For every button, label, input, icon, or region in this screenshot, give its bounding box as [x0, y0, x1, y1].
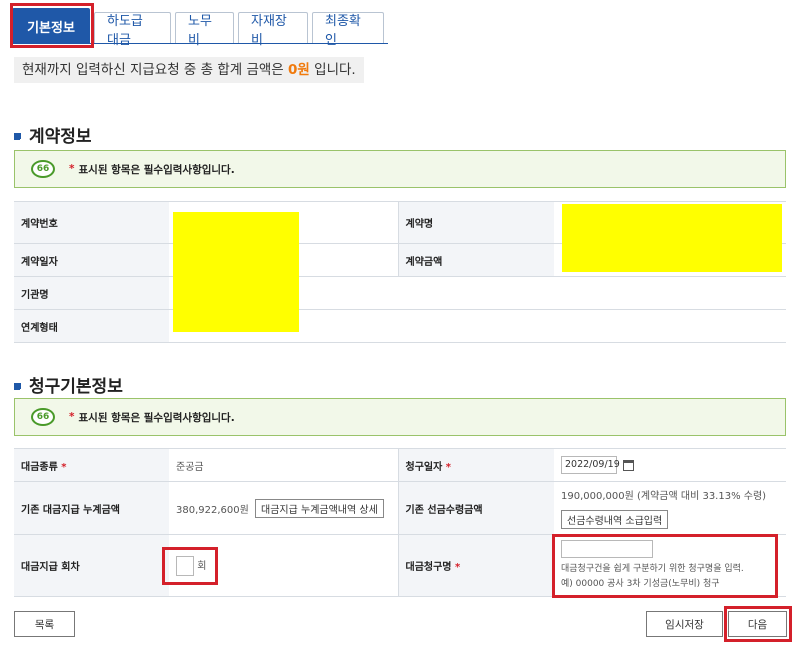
square-bullet-icon [14, 133, 23, 142]
table-row: 대금종류 * 준공금 청구일자 * 2022/09/19 [14, 448, 786, 482]
cell-advance: 190,000,000원 (계약금액 대비 33.13% 수령) 선금수령내역 … [554, 481, 786, 535]
claim-name-input[interactable] [561, 539, 653, 558]
table-row: 기존 대금지급 누계금액 380,922,600원 대금지급 누계금액내역 상세… [14, 481, 786, 535]
label-round: 대금지급 회차 [14, 534, 169, 597]
claim-required-notice: 66 * 표시된 항목은 필수입력사항입니다. [14, 398, 786, 436]
square-bullet-icon [14, 383, 23, 392]
contract-section-title: 계약정보 [14, 122, 92, 147]
redaction-block-right [562, 204, 782, 272]
total-summary: 현재까지 입력하신 지급요청 중 총 합계 금액은 0원 입니다. [14, 57, 364, 83]
quote-bubble-icon: 66 [31, 408, 55, 426]
tab-final-confirm[interactable]: 최종확인 [312, 12, 384, 48]
required-star-icon: * [69, 163, 75, 175]
claim-title-text: 청구기본정보 [29, 377, 123, 397]
label-cumulative: 기존 대금지급 누계금액 [14, 481, 169, 535]
label-advance: 기존 선금수령금액 [397, 481, 554, 535]
next-button[interactable]: 다음 [728, 611, 787, 637]
summary-suffix: 입니다. [309, 62, 356, 78]
value-price-type: 준공금 [169, 448, 398, 482]
summary-amount: 0원 [288, 62, 310, 78]
round-unit: 회 [197, 560, 207, 572]
contract-title-text: 계약정보 [29, 127, 92, 147]
claim-section-title: 청구기본정보 [14, 372, 123, 397]
table-row: 기관명 [14, 276, 786, 310]
claim-notice-text: 표시된 항목은 필수입력사항입니다. [78, 411, 235, 424]
tabs-underline [12, 43, 388, 44]
table-row: 연계형태 [14, 309, 786, 343]
tab-materials-equipment[interactable]: 자재장비 [238, 12, 308, 48]
redaction-block-left [173, 212, 299, 332]
cumulative-value: 380,922,600원 [176, 504, 249, 516]
label-link-type: 연계형태 [14, 309, 169, 343]
cell-cumulative: 380,922,600원 대금지급 누계금액내역 상세 [169, 481, 398, 535]
temp-save-button[interactable]: 임시저장 [646, 611, 723, 637]
contract-required-notice: 66 * 표시된 항목은 필수입력사항입니다. [14, 150, 786, 188]
claim-date-input[interactable]: 2022/09/19 [561, 456, 620, 474]
label-agency: 기관명 [14, 276, 169, 310]
claim-name-help-1: 대금청구건을 쉽게 구분하기 위한 청구명을 입력. [561, 563, 744, 574]
claim-info-table: 대금종류 * 준공금 청구일자 * 2022/09/19 기존 대금지급 누계금… [14, 448, 786, 597]
step-tabs: 기본정보 하도급 대금 노무비 자재장비 최종확인 [12, 6, 388, 48]
tab-subcontract-payment[interactable]: 하도급 대금 [94, 12, 171, 48]
advance-value: 190,000,000원 (계약금액 대비 33.13% 수령) [561, 491, 767, 502]
label-contract-no: 계약번호 [14, 201, 169, 244]
label-price-type: 대금종류 * [14, 448, 169, 482]
cell-claim-name: 대금청구건을 쉽게 구분하기 위한 청구명을 입력. 예) 00000 공사 3… [554, 534, 786, 597]
label-claim-name: 대금청구명 * [397, 534, 554, 597]
calendar-icon[interactable] [623, 459, 635, 471]
label-claim-date: 청구일자 * [397, 448, 554, 482]
label-contract-name: 계약명 [397, 201, 554, 244]
summary-prefix: 현재까지 입력하신 지급요청 중 총 합계 금액은 [22, 62, 289, 78]
quote-bubble-icon: 66 [31, 160, 55, 178]
cell-round: 회 [169, 534, 398, 597]
table-row: 대금지급 회차 회 대금청구명 * 대금청구건을 쉽게 구분하기 위한 청구명을… [14, 534, 786, 597]
list-button[interactable]: 목록 [14, 611, 75, 637]
tab-basic-info[interactable]: 기본정보 [12, 8, 90, 44]
cumulative-detail-button[interactable]: 대금지급 누계금액내역 상세 [255, 498, 384, 518]
contract-notice-text: 표시된 항목은 필수입력사항입니다. [78, 163, 235, 176]
advance-entry-button[interactable]: 선금수령내역 소급입력 [561, 510, 669, 529]
round-input[interactable] [176, 555, 194, 576]
tab-labor-cost[interactable]: 노무비 [175, 12, 234, 48]
label-contract-amount: 계약금액 [397, 243, 554, 277]
required-star-icon: * [69, 411, 75, 423]
claim-name-help-2: 예) 00000 공사 3차 기성금(노무비) 청구 [561, 578, 720, 589]
cell-claim-date: 2022/09/19 [554, 448, 786, 482]
label-contract-date: 계약일자 [14, 243, 169, 277]
